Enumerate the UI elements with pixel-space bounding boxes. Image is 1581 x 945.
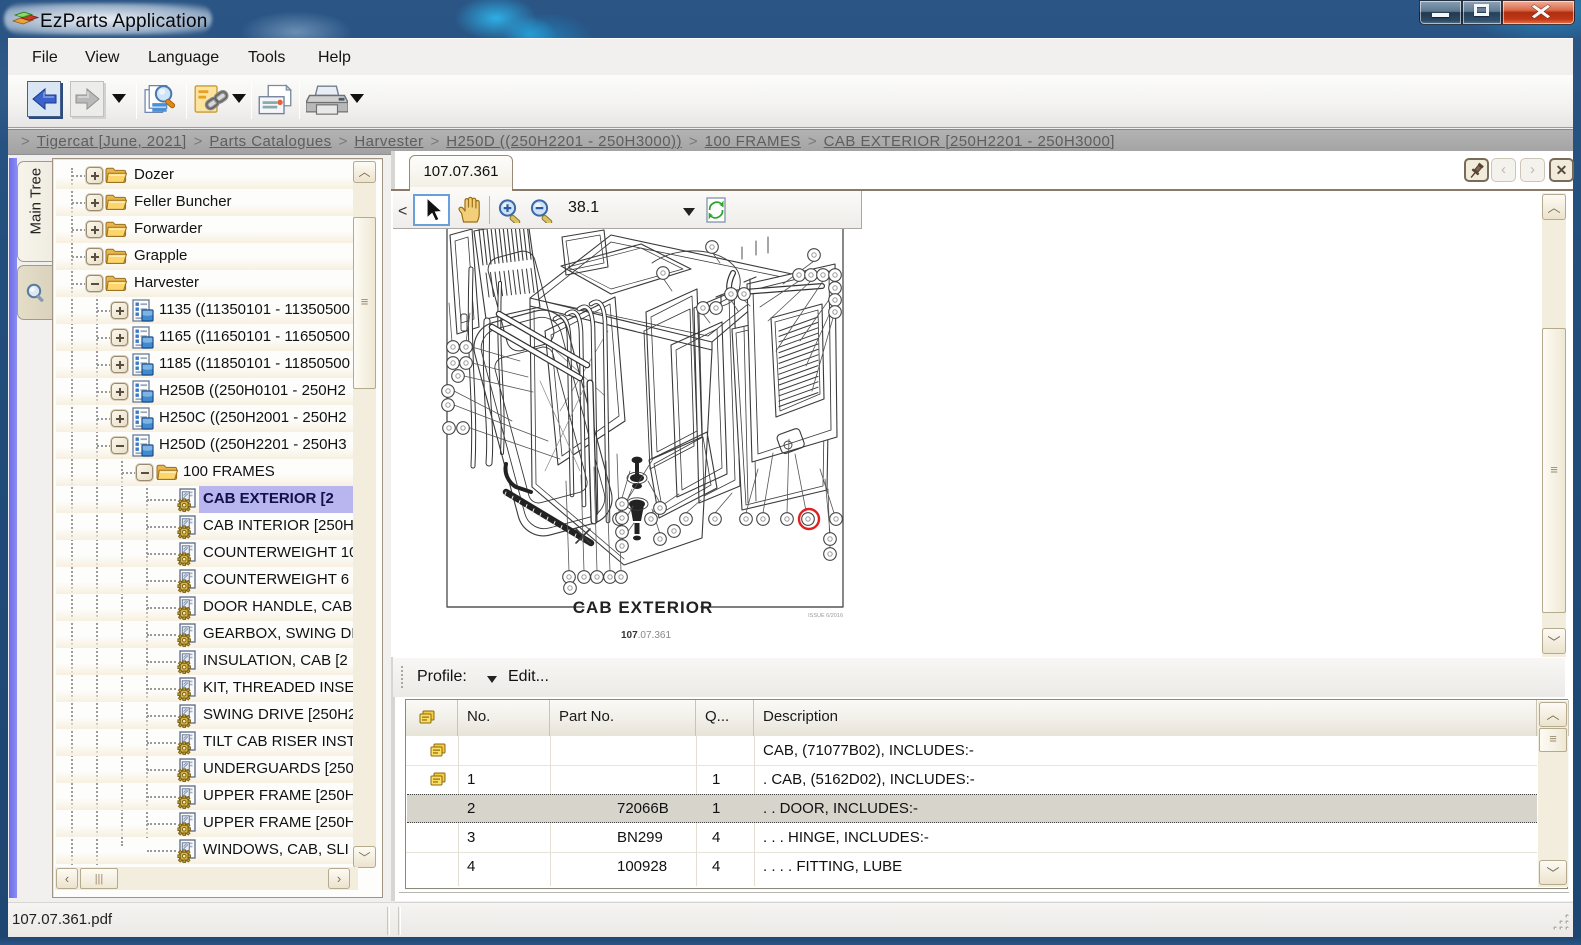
svg-text:CAB EXTERIOR: CAB EXTERIOR bbox=[573, 598, 713, 617]
svg-text:ISSUE 6/2016: ISSUE 6/2016 bbox=[808, 613, 843, 619]
svg-text:107.07.361: 107.07.361 bbox=[621, 630, 671, 641]
